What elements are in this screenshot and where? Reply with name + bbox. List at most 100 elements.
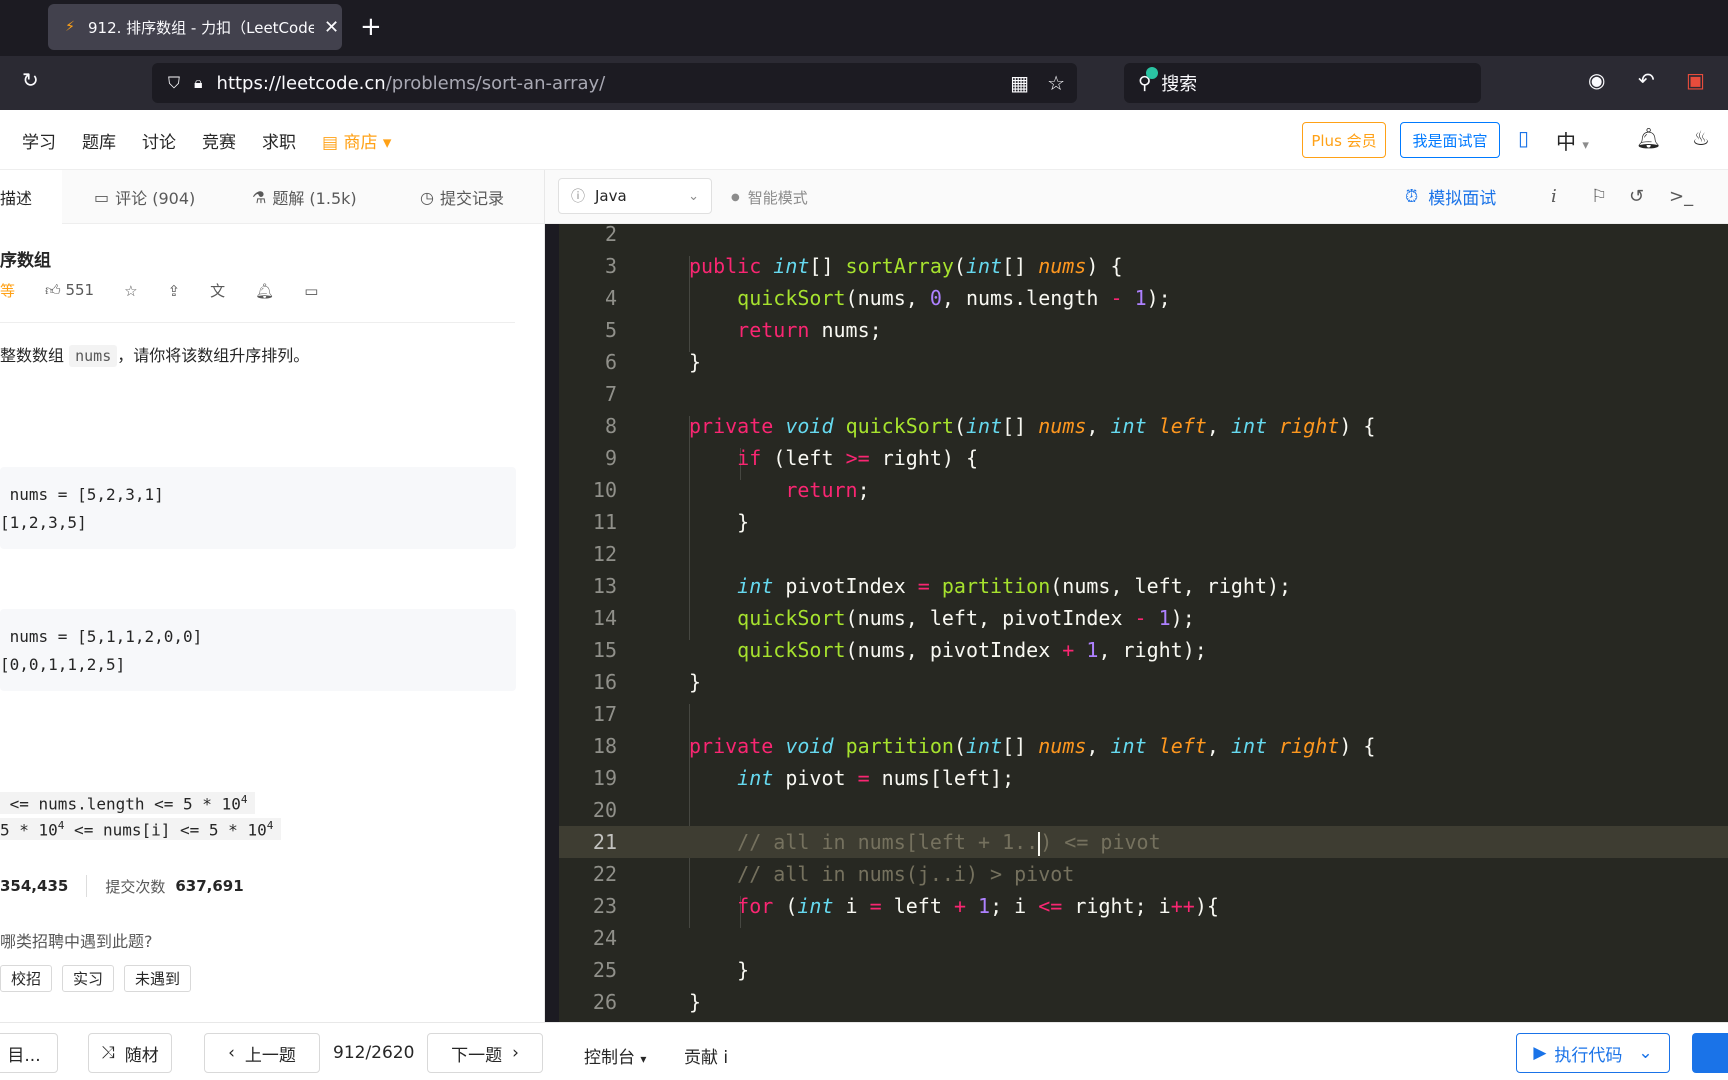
- reload-icon[interactable]: ↻: [22, 68, 39, 92]
- shuffle-icon: ⤨: [101, 1043, 115, 1063]
- qr-code-icon[interactable]: ▦: [1010, 71, 1029, 95]
- flask-icon: ⚗: [252, 187, 267, 207]
- problem-panel: 描述 ▭ 评论 (904) ⚗ 题解 (1.5k) ◷ 提交记录 序数组 等 👍︎ 5…: [0, 170, 545, 1022]
- code-line: 20: [592, 798, 617, 822]
- nav-store[interactable]: ▤ 商店 ▾: [322, 128, 391, 153]
- new-tab-icon[interactable]: +: [360, 12, 382, 42]
- editor-toolbar: ⓘ Java ⌄ ● 智能模式 ⏰︎ 模拟面试 i ⚐ ↺ >_: [545, 170, 1728, 224]
- code-line: 19 int pivot = nums[left];: [592, 766, 1015, 790]
- profile-avatar-icon[interactable]: ◉: [1588, 68, 1605, 92]
- recruitment-options: 校招 实习 未遇到: [0, 965, 192, 992]
- next-problem-button[interactable]: 下一题 ›: [427, 1033, 543, 1073]
- chevron-down-icon: ⌄: [688, 188, 699, 204]
- streak-fire-icon[interactable]: ♨: [1692, 126, 1710, 150]
- site-header: 学习 题库 讨论 竞赛 求职 ▤ 商店 ▾ Plus 会员 我是面试官 ▯ 中 …: [0, 110, 1728, 170]
- code-line: 22 // all in nums(j..i) > pivot: [592, 862, 1075, 886]
- problem-actions: 等 👍︎ 551 ☆ ⇪ 文 🔔︎ ▭: [0, 280, 318, 301]
- interviewer-button[interactable]: 我是面试官: [1400, 122, 1500, 158]
- problem-stats: 354,435 提交次数 637,691: [0, 875, 244, 897]
- constraint-1: <= nums.length <= 5 * 104: [0, 792, 256, 815]
- browser-tab-bar: ⚡ 912. 排序数组 - 力扣（LeetCode） ✕ +: [0, 0, 1728, 56]
- browser-search-input[interactable]: ⚲ 搜索: [1124, 63, 1481, 103]
- smart-mode-toggle[interactable]: ● 智能模式: [731, 187, 808, 208]
- language-switch[interactable]: 中 ▾: [1556, 126, 1589, 155]
- notify-bell-icon[interactable]: 🔔︎: [255, 282, 274, 300]
- shield-icon[interactable]: ⛉: [168, 73, 180, 93]
- nav-learn[interactable]: 学习: [22, 128, 56, 153]
- mobile-icon[interactable]: ▯: [1518, 126, 1529, 150]
- share-icon[interactable]: ⇪: [168, 282, 181, 300]
- example-2-input: nums = [5,1,1,2,0,0]: [9, 627, 203, 646]
- code-line: 7: [604, 382, 617, 406]
- example-1-input: nums = [5,2,3,1]: [9, 485, 164, 504]
- prev-problem-button[interactable]: ‹ 上一题: [204, 1033, 320, 1073]
- terminal-icon[interactable]: >_: [1669, 186, 1693, 207]
- reset-icon[interactable]: ↺: [1629, 186, 1644, 207]
- console-button[interactable]: 控制台 ▾: [584, 1043, 646, 1068]
- problem-list-button[interactable]: 目...: [0, 1033, 58, 1073]
- site-nav: 学习 题库 讨论 竞赛 求职 ▤ 商店 ▾: [22, 110, 391, 170]
- lock-icon[interactable]: 🔒︎: [194, 73, 203, 93]
- code-line: 17: [592, 702, 617, 726]
- code-line: 24: [592, 926, 617, 950]
- nav-problems[interactable]: 题库: [82, 128, 116, 153]
- close-tab-icon[interactable]: ✕: [324, 17, 339, 38]
- problem-description: 整数数组 nums ，请你将该数组升序排列。: [0, 345, 310, 367]
- info-italic-icon[interactable]: i: [1551, 186, 1557, 207]
- play-icon: ▶: [1533, 1043, 1547, 1063]
- notification-bell-icon[interactable]: 🔔︎: [1636, 126, 1661, 150]
- bookmark-star-icon[interactable]: ☆: [1047, 71, 1065, 95]
- random-button[interactable]: ⤨ 随材: [88, 1033, 172, 1073]
- like-button[interactable]: 👍︎ 551: [45, 281, 94, 300]
- search-placeholder: 搜索: [1161, 74, 1198, 95]
- flag-icon[interactable]: ⚐: [1591, 186, 1607, 207]
- code-line: 12: [592, 542, 617, 566]
- translate-icon[interactable]: 文: [210, 280, 225, 301]
- leetcode-favicon-icon: ⚡: [65, 19, 75, 35]
- search-icon: ⚲: [1138, 66, 1158, 94]
- chevron-down-icon: ⌄: [1638, 1043, 1653, 1063]
- nav-contest[interactable]: 竞赛: [202, 128, 236, 153]
- address-bar[interactable]: ⛉ 🔒︎ https://leetcode.cn/problems/sort-a…: [152, 63, 1077, 103]
- alarm-clock-icon: ⏰︎: [1405, 186, 1419, 207]
- contribute-button[interactable]: 贡献 i: [684, 1043, 728, 1068]
- code-line: 9 if (left >= right) {: [604, 446, 979, 470]
- code-line: 18 private void partition(int[] nums, int…: [592, 734, 1376, 758]
- browser-tab[interactable]: ⚡ 912. 排序数组 - 力扣（LeetCode） ✕: [48, 4, 342, 50]
- option-intern[interactable]: 实习: [62, 965, 115, 992]
- option-never[interactable]: 未遇到: [124, 965, 192, 992]
- code-line: 4 quickSort(nums, 0, nums.length - 1);: [604, 286, 1171, 310]
- extension-icon[interactable]: ▣: [1686, 68, 1705, 92]
- code-line: 5 return nums;: [604, 318, 882, 342]
- code-line: 13 int pivotIndex = partition(nums, left…: [592, 574, 1292, 598]
- plus-member-button[interactable]: Plus 会员: [1302, 122, 1386, 158]
- constraint-2: 5 * 104 <= nums[i] <= 5 * 104: [0, 818, 282, 841]
- code-line: 10 return;: [592, 478, 870, 502]
- tab-submissions[interactable]: ◷ 提交记录: [420, 170, 504, 224]
- code-editor[interactable]: 2 3 public int[] sortArray(int[] nums) { …: [559, 224, 1728, 1022]
- submissions-label: 提交次数: [105, 877, 166, 896]
- nav-discuss[interactable]: 讨论: [142, 128, 176, 153]
- code-line: 6}: [604, 350, 702, 374]
- problem-tabs: 描述 ▭ 评论 (904) ⚗ 题解 (1.5k) ◷ 提交记录: [0, 170, 544, 224]
- url-text[interactable]: https://leetcode.cn/problems/sort-an-arr…: [217, 73, 606, 94]
- tab-solutions[interactable]: ⚗ 题解 (1.5k): [252, 170, 357, 224]
- code-line: 14 quickSort(nums, left, pivotIndex - 1)…: [592, 606, 1195, 630]
- problem-title: 序数组: [0, 251, 51, 271]
- favorite-star-icon[interactable]: ☆: [124, 282, 137, 300]
- feedback-icon[interactable]: ▭: [304, 282, 318, 300]
- tab-description[interactable]: 描述: [0, 170, 62, 224]
- option-campus[interactable]: 校招: [0, 965, 53, 992]
- tab-comments[interactable]: ▭ 评论 (904): [94, 170, 195, 224]
- mock-interview-button[interactable]: ⏰︎ 模拟面试: [1405, 184, 1496, 210]
- tab-title: 912. 排序数组 - 力扣（LeetCode）: [88, 18, 314, 37]
- chevron-right-icon: ›: [512, 1043, 519, 1063]
- language-select[interactable]: ⓘ Java ⌄: [558, 178, 712, 214]
- run-code-button[interactable]: ▶ 执行代码 ⌄: [1516, 1033, 1670, 1073]
- example-1-output: [1,2,3,5]: [0, 513, 87, 532]
- submit-button[interactable]: [1692, 1033, 1728, 1073]
- comment-icon: ▭: [94, 187, 110, 207]
- back-arrow-icon[interactable]: ↶: [1638, 68, 1655, 92]
- code-line: 26}: [592, 990, 702, 1014]
- nav-jobs[interactable]: 求职: [262, 128, 296, 153]
